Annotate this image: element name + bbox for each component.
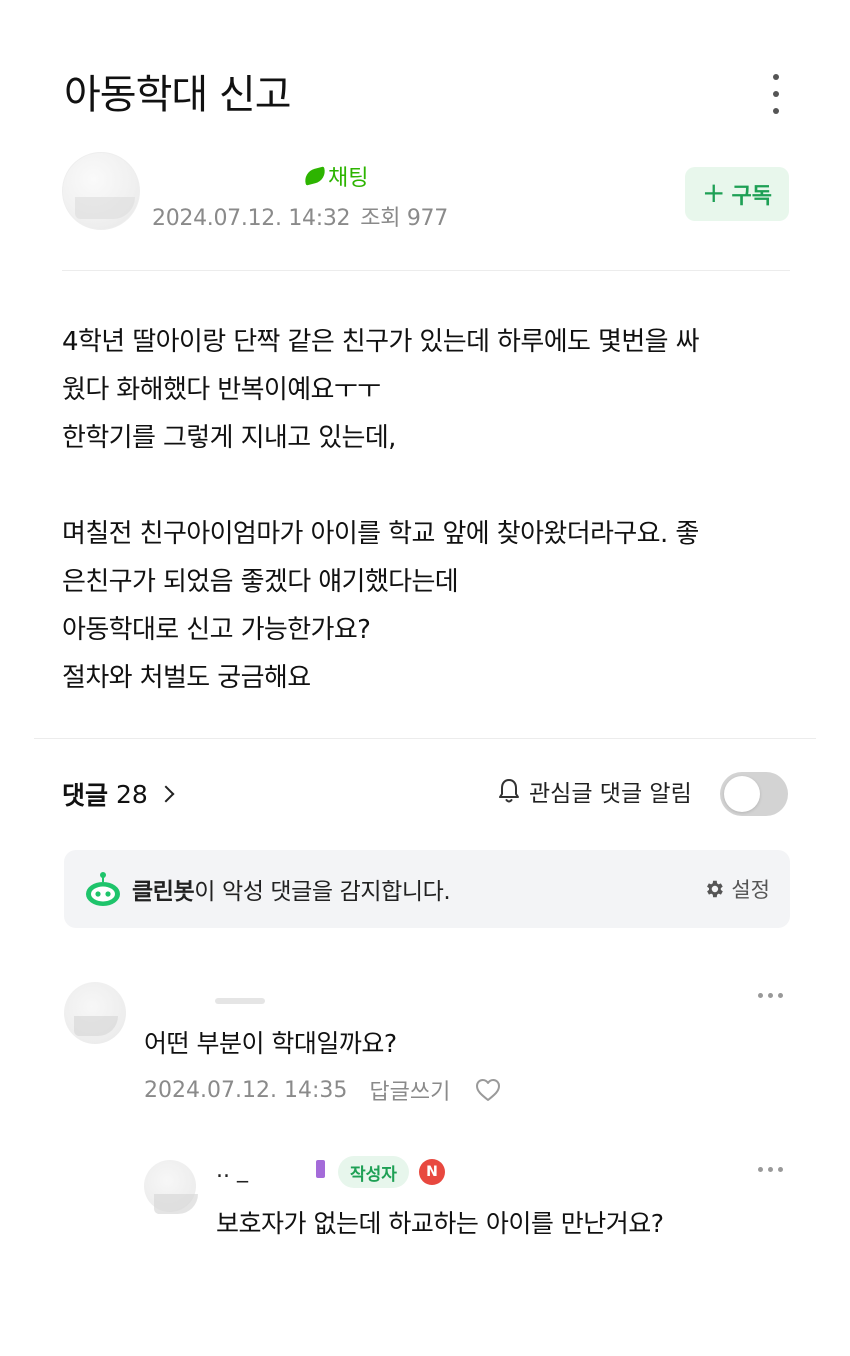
post-date: 2024.07.12. 14:32 bbox=[152, 206, 351, 231]
author-level-badge: 채팅 bbox=[302, 160, 369, 192]
new-badge: N bbox=[419, 1159, 445, 1185]
cleanbot-banner: 클린봇이 악성 댓글을 감지합니다. 설정 bbox=[64, 850, 790, 928]
comment-more-icon[interactable] bbox=[758, 1167, 783, 1172]
comment-more-icon[interactable] bbox=[758, 993, 783, 998]
toggle-knob bbox=[724, 776, 760, 812]
post-body-line: 절차와 처벌도 궁금해요 bbox=[62, 663, 311, 693]
gear-icon bbox=[707, 880, 724, 898]
divider bbox=[62, 270, 790, 271]
author-avatar[interactable] bbox=[62, 152, 140, 230]
commenter-name-redacted bbox=[215, 998, 265, 1004]
cleanbot-name: 클린봇 bbox=[132, 879, 195, 905]
divider bbox=[34, 738, 816, 739]
post-body-line: 웠다 화해했다 반복이예요ㅜㅜ bbox=[62, 375, 381, 405]
post-body: 4학년 딸아이랑 단짝 같은 친구가 있는데 하루에도 몇번을 싸 웠다 화해했… bbox=[62, 318, 792, 702]
plus-icon: + bbox=[702, 176, 726, 209]
comments-count: 28 bbox=[116, 779, 148, 809]
post-title: 아동학대 신고 bbox=[64, 72, 292, 118]
cleanbot-robot-icon bbox=[86, 872, 120, 906]
author-badge: 작성자 bbox=[338, 1156, 409, 1188]
reply-avatar[interactable] bbox=[144, 1160, 198, 1214]
reply-button[interactable]: 답글쓰기 bbox=[369, 1074, 450, 1106]
subscribe-button[interactable]: + 구독 bbox=[685, 167, 789, 221]
leaf-icon bbox=[302, 166, 328, 186]
heart-icon[interactable] bbox=[474, 1077, 502, 1103]
comment-alarm-toggle[interactable] bbox=[720, 772, 788, 816]
comments-label: 댓글 bbox=[62, 781, 109, 810]
author-level-icon bbox=[316, 1160, 325, 1178]
cleanbot-settings-button[interactable]: 설정 bbox=[703, 874, 770, 904]
comment-text: 어떤 부분이 학대일까요? bbox=[144, 1029, 397, 1058]
comment-alarm-label: 관심글 댓글 알림 bbox=[529, 781, 692, 807]
comment-date: 2024.07.12. 14:35 bbox=[144, 1077, 348, 1103]
reply-text: 보호자가 없는데 하교하는 아이를 만난거요? bbox=[216, 1209, 664, 1238]
cleanbot-settings-label: 설정 bbox=[731, 878, 770, 902]
more-options-icon[interactable] bbox=[766, 74, 786, 114]
bell-icon bbox=[499, 779, 519, 803]
cleanbot-message: 클린봇이 악성 댓글을 감지합니다. bbox=[132, 872, 451, 906]
post-meta: 2024.07.12. 14:32 조회 977 bbox=[152, 200, 448, 232]
comment-alarm: 관심글 댓글 알림 bbox=[497, 774, 692, 808]
reply-author-name: .. _ bbox=[216, 1158, 248, 1183]
author-level-label: 채팅 bbox=[328, 166, 369, 191]
post-body-line: 아동학대로 신고 가능한가요? bbox=[62, 615, 371, 645]
cleanbot-message-text: 이 악성 댓글을 감지합니다. bbox=[194, 879, 451, 905]
post-body-line: 4학년 딸아이랑 단짝 같은 친구가 있는데 하루에도 몇번을 싸 bbox=[62, 327, 700, 357]
post-body-line: 은친구가 되었음 좋겠다 얘기했다는데 bbox=[62, 567, 459, 597]
post-body-line: 한학기를 그렇게 지내고 있는데, bbox=[62, 423, 396, 453]
post-body-line: 며칠전 친구아이엄마가 아이를 학교 앞에 찾아왔더라구요. 좋 bbox=[62, 519, 699, 549]
commenter-avatar[interactable] bbox=[64, 982, 126, 1044]
comment-meta: 2024.07.12. 14:35 답글쓰기 bbox=[144, 1074, 502, 1106]
comments-header-link[interactable]: 댓글 28 bbox=[62, 776, 175, 812]
subscribe-label: 구독 bbox=[731, 184, 772, 209]
post-views: 조회 977 bbox=[360, 206, 448, 231]
chevron-right-icon bbox=[157, 785, 175, 803]
